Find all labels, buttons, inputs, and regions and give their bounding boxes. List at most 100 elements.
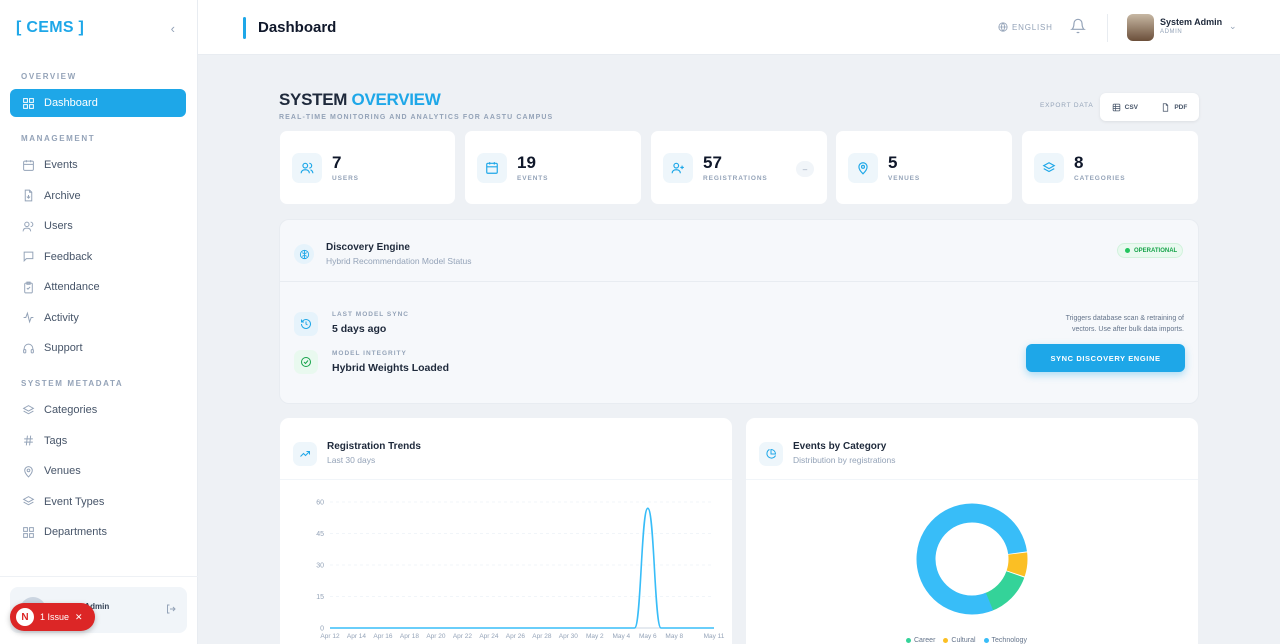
status-badge: OPERATIONAL — [1117, 243, 1183, 258]
language-label: ENGLISH — [1012, 22, 1053, 32]
overview-title-main: SYSTEM — [279, 90, 348, 109]
stat-card-users[interactable]: 7 USERS — [279, 130, 456, 205]
stat-label: EVENTS — [517, 175, 549, 182]
sidebar-item-label: Event Types — [44, 495, 105, 508]
x-tick-label: Apr 26 — [506, 633, 526, 640]
chevron-down-icon[interactable]: ⌄ — [1229, 21, 1237, 32]
status-dot — [1125, 248, 1130, 253]
export-csv-button[interactable]: CSV — [1112, 103, 1138, 112]
registration-trends-card: Registration Trends Last 30 days 0 15 30 45… — [279, 417, 733, 644]
sidebar-item-users[interactable]: Users — [10, 212, 186, 240]
sync-value: 5 days ago — [332, 323, 387, 335]
stat-card-categories[interactable]: 8 CATEGORIES — [1021, 130, 1199, 205]
header-divider — [1107, 14, 1108, 42]
sidebar-item-activity[interactable]: Activity — [10, 304, 186, 332]
users-icon — [21, 219, 35, 233]
sidebar-item-event-types[interactable]: Event Types — [10, 488, 186, 516]
donut-slice-career[interactable] — [984, 570, 1025, 612]
sidebar-item-feedback[interactable]: Feedback — [10, 243, 186, 271]
discovery-engine-panel: Discovery Engine Hybrid Recommendation M… — [279, 219, 1199, 404]
grid-icon — [21, 96, 35, 110]
data-point — [646, 507, 649, 510]
close-icon[interactable]: ✕ — [75, 612, 83, 623]
header-user-role: ADMIN — [1160, 29, 1183, 35]
sidebar-item-label: Events — [44, 159, 78, 171]
stat-value: 19 — [517, 153, 536, 172]
nav-section-title: SYSTEM METADATA — [21, 379, 124, 388]
stat-card-venues[interactable]: 5 VENUES — [835, 130, 1013, 205]
pie-chart-icon — [759, 442, 783, 466]
collapse-sidebar-icon[interactable]: ‹ — [171, 21, 175, 36]
top-header: Dashboard ENGLISH System Admin ADMIN ⌄ — [198, 0, 1280, 55]
y-tick-label: 45 — [316, 531, 324, 538]
legend-item-career[interactable]: Career — [906, 637, 935, 644]
csv-label: CSV — [1124, 103, 1139, 111]
series-line — [330, 507, 714, 629]
x-tick-label: Apr 30 — [559, 633, 579, 640]
status-label: OPERATIONAL — [1134, 247, 1178, 254]
legend-item-cultural[interactable]: Cultural — [943, 637, 976, 644]
issue-logo-icon: N — [16, 608, 34, 626]
issue-badge[interactable]: N 1 Issue ✕ — [10, 603, 95, 631]
legend-label: Technology — [991, 637, 1027, 644]
language-switcher[interactable]: ENGLISH — [998, 22, 1053, 32]
export-label: EXPORT DATA — [1040, 102, 1094, 109]
brain-icon — [294, 244, 314, 264]
headset-icon — [21, 341, 35, 355]
logo-row: [ CEMS ] ‹ — [0, 0, 197, 56]
title-accent-bar — [243, 17, 246, 39]
legend-item-technology[interactable]: Technology — [983, 637, 1027, 644]
engine-header: Discovery Engine Hybrid Recommendation M… — [280, 220, 1198, 282]
sidebar-item-attendance[interactable]: Attendance — [10, 273, 186, 301]
x-tick-label: Apr 12 — [320, 633, 340, 640]
chart-legend: Career Cultural Technology — [906, 637, 1027, 644]
sync-discovery-engine-button[interactable]: SYNC DISCOVERY ENGINE — [1026, 344, 1185, 372]
users-icon — [292, 153, 322, 183]
donut-slice-cultural[interactable] — [1006, 552, 1028, 577]
x-tick-label: Apr 28 — [532, 633, 552, 640]
y-tick-label: 60 — [316, 500, 324, 507]
sidebar-item-label: Venues — [44, 465, 81, 477]
y-tick-label: 30 — [316, 563, 324, 570]
sidebar-item-dashboard[interactable]: Dashboard — [10, 89, 186, 117]
legend-swatch — [983, 638, 989, 643]
stat-card-events[interactable]: 19 EVENTS — [464, 130, 642, 205]
trending-up-icon — [293, 442, 317, 466]
table-icon — [1112, 103, 1120, 111]
stat-value: 7 — [332, 153, 342, 172]
card-subtitle: Distribution by registrations — [793, 455, 896, 465]
card-subtitle: Last 30 days — [327, 455, 376, 465]
sidebar-item-label: Support — [44, 342, 83, 354]
category-donut-chart[interactable] — [746, 480, 1199, 630]
export-pdf-button[interactable]: PDF — [1161, 102, 1187, 112]
sidebar-item-label: Categories — [44, 404, 98, 416]
registration-line-chart[interactable]: 0 15 30 45 60 Apr 12 Apr 14 Apr 16 Apr 18 Apr 20 A… — [280, 480, 733, 644]
sidebar-item-tags[interactable]: Tags — [10, 427, 186, 455]
check-circle-icon — [294, 350, 318, 374]
sidebar-item-archive[interactable]: Archive — [10, 182, 186, 210]
x-tick-label: May 11 — [704, 633, 725, 640]
x-tick-label: Apr 16 — [373, 633, 393, 640]
sidebar-item-departments[interactable]: Departments — [10, 518, 186, 546]
sidebar-item-label: Users — [44, 220, 73, 232]
integrity-label: MODEL INTEGRITY — [332, 350, 407, 357]
sidebar-item-venues[interactable]: Venues — [10, 457, 186, 485]
sidebar-item-support[interactable]: Support — [10, 334, 186, 362]
card-title: Events by Category — [793, 441, 887, 452]
sidebar-item-categories[interactable]: Categories — [10, 396, 186, 424]
x-tick-label: May 4 — [612, 633, 630, 640]
engine-title: Discovery Engine — [326, 242, 410, 253]
y-tick-label: 15 — [316, 594, 324, 601]
app-logo[interactable]: [ CEMS ] — [16, 19, 84, 37]
logout-icon[interactable] — [165, 603, 177, 618]
stat-value: 5 — [888, 153, 898, 172]
header-user-name[interactable]: System Admin — [1160, 17, 1222, 27]
archive-icon — [21, 189, 35, 203]
bell-icon[interactable] — [1070, 18, 1086, 39]
y-tick-label: 0 — [320, 626, 324, 633]
engine-note: Triggers database scan & retraining of v… — [1065, 315, 1184, 333]
card-header: Registration Trends Last 30 days — [280, 418, 732, 480]
stat-card-registrations[interactable]: 57 REGISTRATIONS – — [650, 130, 828, 205]
avatar[interactable] — [1127, 14, 1154, 41]
sidebar-item-events[interactable]: Events — [10, 151, 186, 179]
